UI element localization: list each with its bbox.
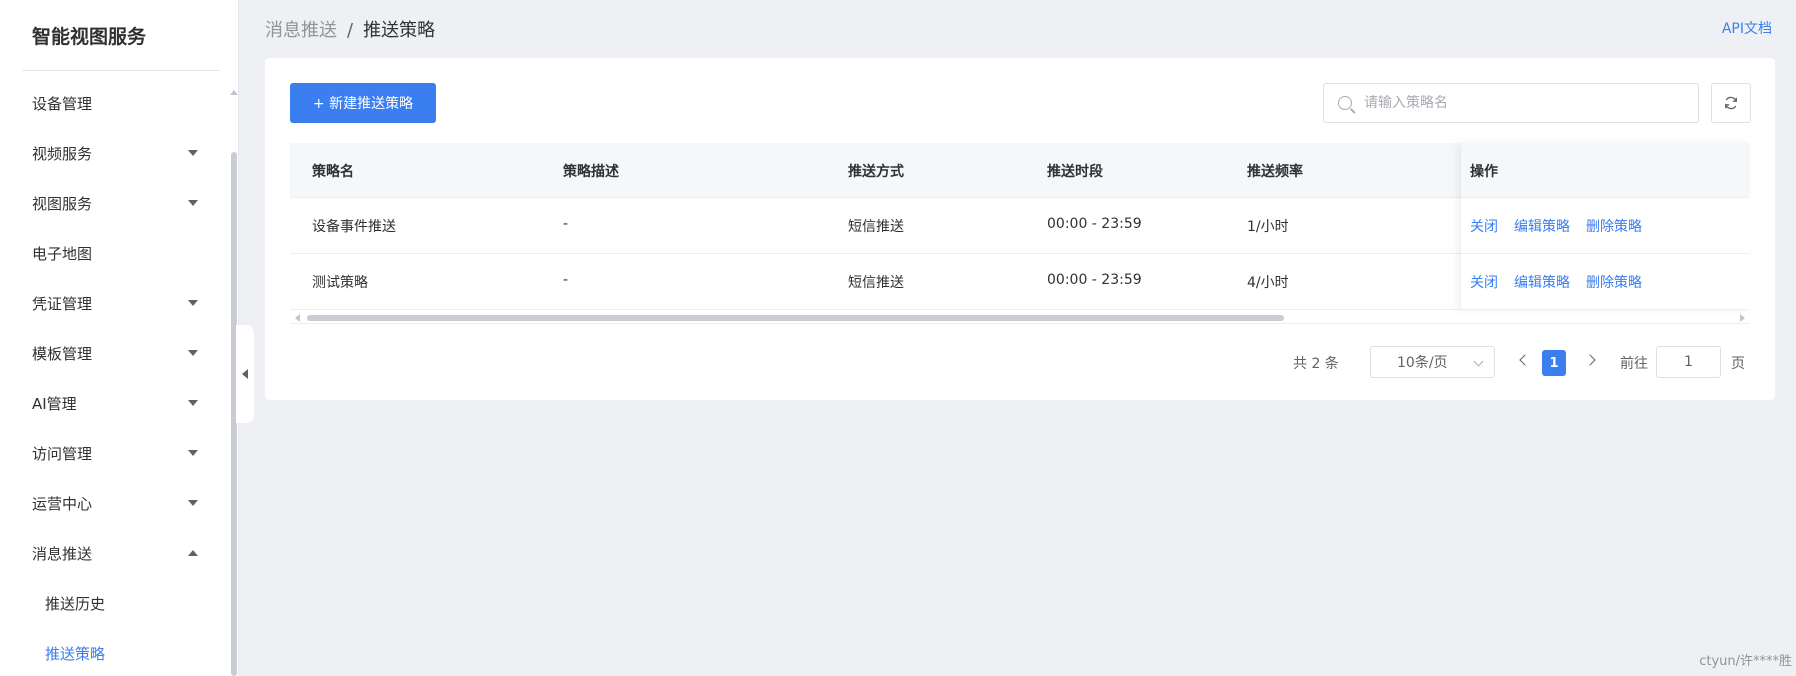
sidebar-subitem-label: 推送策略 [45, 644, 106, 663]
sidebar-item-access-management[interactable]: 访问管理 [0, 428, 228, 478]
page-size-select[interactable]: 10条/页 [1370, 346, 1495, 378]
policy-table: 策略名 策略描述 推送方式 推送时段 推送频率 操作 设备事件推送 - 短信推送… [290, 143, 1750, 324]
cell-method: 短信推送 [848, 219, 904, 235]
cell-frequency: 4/小时 [1247, 275, 1289, 291]
sidebar-subitem-push-policy[interactable]: 推送策略 [0, 628, 228, 676]
new-push-policy-button[interactable]: + 新建推送策略 [290, 83, 436, 123]
sidebar-subitem-push-history[interactable]: 推送历史 [0, 578, 228, 628]
sidebar-item-label: 设备管理 [32, 94, 93, 113]
search-icon [1338, 96, 1352, 110]
cell-period: 00:00 - 23:59 [1047, 216, 1142, 232]
page-size-value: 10条/页 [1397, 355, 1448, 371]
cell-desc: - [563, 216, 569, 232]
caret-up-icon [188, 550, 198, 556]
caret-down-icon [188, 200, 198, 206]
breadcrumb: 消息推送 / 推送策略 [265, 16, 435, 42]
scroll-right-arrow-icon[interactable] [1740, 314, 1745, 322]
sidebar-item-video-service[interactable]: 视频服务 [0, 128, 228, 178]
caret-down-icon [188, 450, 198, 456]
sidebar-item-label: 电子地图 [32, 244, 93, 263]
column-header-actions: 操作 [1470, 164, 1498, 180]
app-title: 智能视图服务 [32, 26, 147, 48]
cell-frequency: 1/小时 [1247, 219, 1289, 235]
user-watermark: ctyun/许****胜 [1699, 654, 1792, 669]
sidebar-item-label: 视频服务 [32, 144, 93, 163]
horizontal-scroll-thumb[interactable] [307, 315, 1284, 321]
scroll-left-arrow-icon[interactable] [295, 314, 300, 322]
next-page-icon[interactable] [1584, 354, 1596, 366]
sidebar-item-label: 消息推送 [32, 544, 93, 563]
refresh-icon [1725, 96, 1737, 110]
column-header-desc: 策略描述 [563, 164, 619, 180]
caret-down-icon [188, 400, 198, 406]
goto-page-input[interactable] [1656, 346, 1721, 378]
table-row: 设备事件推送 - 短信推送 00:00 - 23:59 1/小时 关闭 编辑策略删… [290, 198, 1750, 254]
delete-policy-link[interactable]: 删除策略 [1586, 219, 1642, 235]
prev-page-icon[interactable] [1519, 354, 1531, 366]
page-number-current[interactable]: 1 [1542, 350, 1566, 376]
column-header-frequency: 推送频率 [1247, 164, 1303, 180]
sidebar-item-message-push[interactable]: 消息推送 [0, 528, 228, 578]
sidebar-item-view-service[interactable]: 视图服务 [0, 178, 228, 228]
sidebar-item-label: 凭证管理 [32, 294, 93, 313]
edit-policy-link[interactable]: 编辑策略 [1514, 219, 1570, 235]
column-header-name: 策略名 [312, 164, 354, 180]
close-policy-link[interactable]: 关闭 [1470, 275, 1498, 291]
api-docs-link[interactable]: API文档 [1722, 18, 1772, 38]
sidebar-divider [22, 70, 220, 71]
sidebar-item-label: 模板管理 [32, 344, 93, 363]
search-box [1323, 83, 1699, 123]
caret-down-icon [188, 150, 198, 156]
cell-actions: 关闭 编辑策略 删除策略 [1470, 216, 1658, 236]
sidebar: 智能视图服务 设备管理 视频服务 视图服务 电子地图 凭证管理 模板管理 AI管… [0, 0, 239, 676]
table-header: 策略名 策略描述 推送方式 推送时段 推送频率 操作 [290, 143, 1750, 198]
delete-policy-link[interactable]: 删除策略 [1586, 275, 1642, 291]
sidebar-item-e-map[interactable]: 电子地图 [0, 228, 228, 278]
scroll-up-arrow-icon[interactable] [230, 90, 238, 95]
sidebar-menu: 设备管理 视频服务 视图服务 电子地图 凭证管理 模板管理 AI管理 访问管理 [0, 78, 228, 676]
sidebar-item-label: AI管理 [32, 394, 77, 413]
column-header-method: 推送方式 [848, 164, 904, 180]
table-bottom-divider [290, 323, 1750, 324]
pagination: 共 2 条 10条/页 1 前往 页 [265, 346, 1775, 378]
total-count: 共 2 条 [1293, 356, 1339, 372]
cell-period: 00:00 - 23:59 [1047, 272, 1142, 288]
table-horizontal-scrollbar[interactable] [290, 312, 1750, 322]
search-input[interactable] [1364, 95, 1684, 111]
caret-down-icon [188, 300, 198, 306]
cell-name: 设备事件推送 [312, 219, 396, 235]
sidebar-item-device-management[interactable]: 设备管理 [0, 78, 228, 128]
close-policy-link[interactable]: 关闭 [1470, 219, 1498, 235]
goto-unit: 页 [1731, 356, 1745, 372]
breadcrumb-separator: / [347, 20, 354, 41]
column-header-period: 推送时段 [1047, 164, 1103, 180]
caret-left-icon [242, 369, 248, 379]
edit-policy-link[interactable]: 编辑策略 [1514, 275, 1570, 291]
content-card: + 新建推送策略 策略名 策略描述 推送方式 推送时段 推送频率 操作 设备事件… [265, 58, 1775, 400]
caret-down-icon [188, 350, 198, 356]
sidebar-item-credential-management[interactable]: 凭证管理 [0, 278, 228, 328]
sidebar-collapse-toggle[interactable] [236, 325, 254, 423]
refresh-button[interactable] [1711, 83, 1751, 123]
sidebar-item-label: 视图服务 [32, 194, 93, 213]
cell-name: 测试策略 [312, 275, 368, 291]
sidebar-item-template-management[interactable]: 模板管理 [0, 328, 228, 378]
chevron-down-icon [1473, 356, 1484, 367]
sidebar-item-label: 运营中心 [32, 494, 93, 513]
sidebar-item-ai-management[interactable]: AI管理 [0, 378, 228, 428]
caret-down-icon [188, 500, 198, 506]
goto-label: 前往 [1620, 356, 1648, 372]
breadcrumb-parent[interactable]: 消息推送 [265, 20, 337, 41]
cell-method: 短信推送 [848, 275, 904, 291]
cell-desc: - [563, 272, 569, 288]
cell-actions: 关闭 编辑策略 删除策略 [1470, 272, 1658, 292]
breadcrumb-current: 推送策略 [363, 20, 436, 41]
sidebar-item-label: 访问管理 [32, 444, 93, 463]
table-row: 测试策略 - 短信推送 00:00 - 23:59 4/小时 关闭 编辑策略 删除策… [290, 254, 1750, 310]
sidebar-item-operation-center[interactable]: 运营中心 [0, 478, 228, 528]
sidebar-subitem-label: 推送历史 [45, 594, 106, 613]
